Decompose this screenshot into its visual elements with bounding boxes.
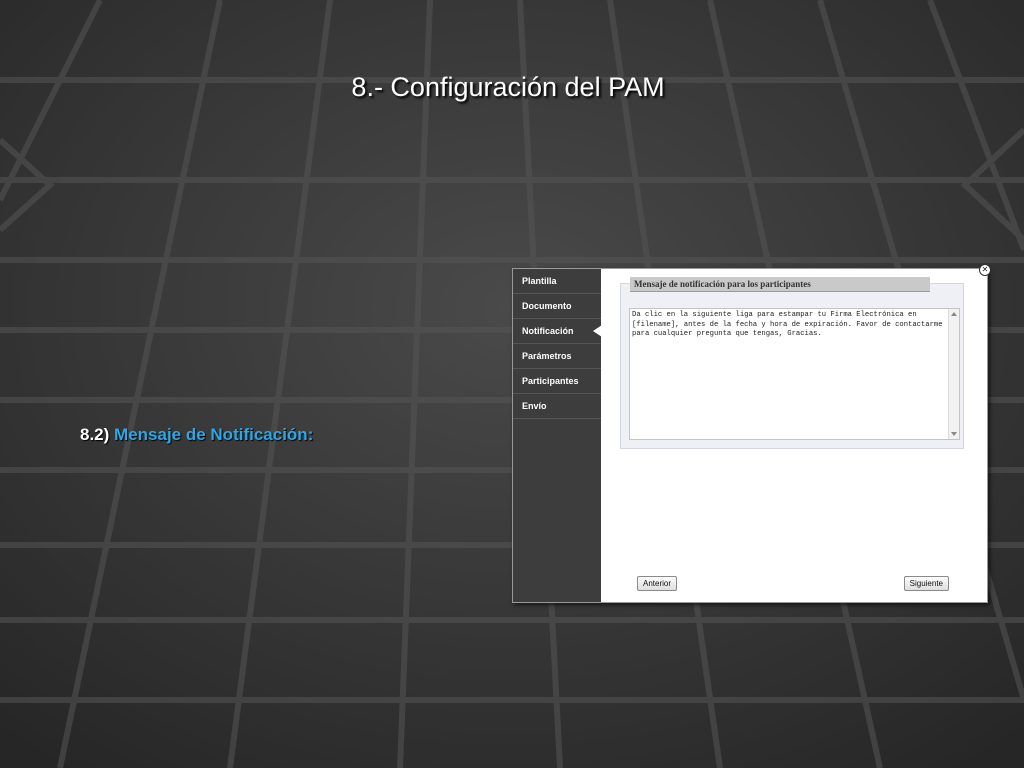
- subtitle-highlight: Mensaje de Notificación:: [114, 425, 314, 444]
- sidebar: Plantilla Documento Notificación Parámet…: [513, 269, 602, 602]
- sidebar-item-plantilla[interactable]: Plantilla: [513, 269, 601, 294]
- sidebar-item-documento[interactable]: Documento: [513, 294, 601, 319]
- section-subtitle: 8.2) Mensaje de Notificación:: [80, 425, 313, 445]
- textarea-scrollbar[interactable]: [948, 309, 959, 439]
- message-textarea[interactable]: Da clic en la siguiente liga para estamp…: [629, 308, 960, 440]
- close-icon[interactable]: ✕: [979, 264, 991, 276]
- app-window: Plantilla Documento Notificación Parámet…: [512, 264, 991, 603]
- sidebar-item-envio[interactable]: Envío: [513, 394, 601, 419]
- sidebar-item-parametros[interactable]: Parámetros: [513, 344, 601, 369]
- sidebar-item-notificacion[interactable]: Notificación: [513, 319, 602, 344]
- subtitle-number: 8.2): [80, 425, 110, 444]
- message-text: Da clic en la siguiente liga para estamp…: [632, 311, 943, 338]
- notification-panel: Mensaje de notificación para los partici…: [620, 277, 964, 449]
- panel-header: Mensaje de notificación para los partici…: [630, 277, 930, 292]
- sidebar-item-participantes[interactable]: Participantes: [513, 369, 601, 394]
- slide-title: 8.- Configuración del PAM: [351, 72, 665, 102]
- scroll-down-icon[interactable]: [951, 432, 957, 436]
- next-button[interactable]: Siguiente: [903, 576, 949, 591]
- scroll-up-icon[interactable]: [951, 312, 957, 316]
- previous-button[interactable]: Anterior: [637, 576, 678, 591]
